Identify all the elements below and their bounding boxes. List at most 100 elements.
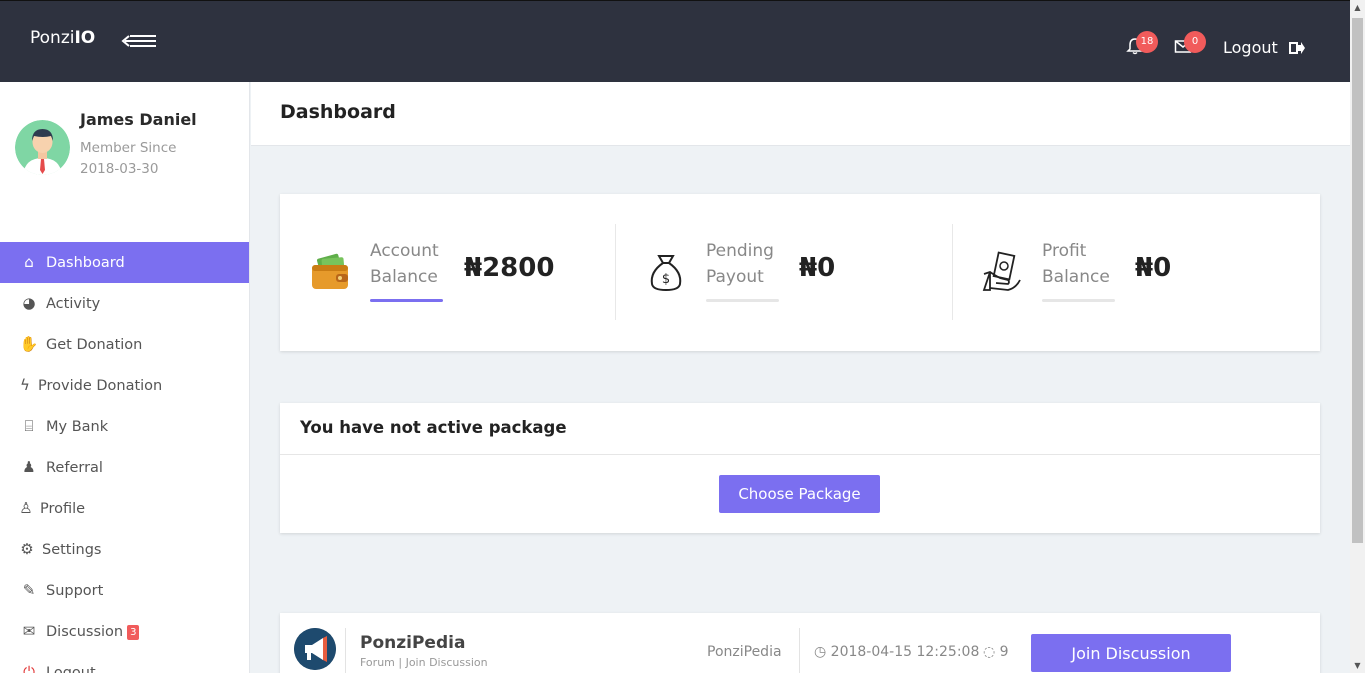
stat-value: ₦2800 — [464, 253, 555, 283]
logout-button[interactable]: Logout — [1223, 37, 1305, 57]
sidebar-item-label: Logout — [46, 665, 96, 673]
sidebar-item-profile[interactable]: ♙ Profile — [0, 488, 249, 529]
sidebar-item-provide-donation[interactable]: ϟ Provide Donation — [0, 365, 249, 406]
clock-icon: ◷ — [814, 644, 827, 660]
megaphone-icon — [294, 628, 336, 670]
balance-summary-card: Account Balance ₦2800 $ Pending Payout ₦… — [280, 194, 1320, 351]
stat-value: ₦0 — [799, 253, 836, 283]
sidebar-menu: ⌂ Dashboard ◕ Activity ✋ Get Donation ϟ Prov… — [0, 242, 249, 673]
forum-logo — [294, 628, 336, 670]
sidebar-item-label: Settings — [42, 542, 102, 558]
stat-progress-bar — [1042, 299, 1115, 302]
stat-progress-bar — [706, 299, 779, 302]
forum-comments-count: 9 — [999, 644, 1009, 660]
ticket-icon: ✎ — [22, 581, 36, 599]
sidebar: James Daniel Member Since 2018-03-30 ⌂ Da… — [0, 82, 250, 673]
bolt-icon: ϟ — [20, 376, 30, 394]
sidebar-item-discussion[interactable]: ✉ Discussion 3 — [0, 611, 249, 652]
sign-out-icon — [1288, 41, 1305, 54]
home-icon: ⌂ — [24, 253, 34, 271]
sidebar-item-label: Get Donation — [46, 337, 143, 353]
sidebar-item-label: My Bank — [46, 419, 109, 435]
comments-icon: ✉ — [22, 622, 36, 640]
handshake-icon: ✋ — [19, 335, 39, 353]
sidebar-item-referral[interactable]: ♟ Referral — [0, 447, 249, 488]
join-discussion-button[interactable]: Join Discussion — [1031, 634, 1231, 672]
logout-label: Logout — [1223, 38, 1278, 57]
money-bag-icon: $ — [650, 255, 682, 292]
sidebar-item-dashboard[interactable]: ⌂ Dashboard — [0, 242, 249, 283]
stat-label-line2: Balance — [1042, 267, 1110, 287]
scroll-thumb[interactable] — [1352, 18, 1363, 543]
stat-label-line2: Balance — [370, 267, 438, 287]
sidebar-item-support[interactable]: ✎ Support — [0, 570, 249, 611]
divider — [345, 628, 346, 673]
notifications-badge: 18 — [1136, 31, 1158, 53]
stat-profit-balance: Profit Balance ₦0 — [952, 224, 1288, 320]
sidebar-item-get-donation[interactable]: ✋ Get Donation — [0, 324, 249, 365]
page-scrollbar[interactable]: ▲ ▼ — [1350, 0, 1365, 673]
user-icon: ♙ — [19, 499, 33, 517]
users-icon: ♟ — [22, 458, 36, 476]
content-header: Dashboard — [251, 82, 1350, 146]
user-name: James Daniel — [80, 110, 197, 129]
sidebar-toggle-icon[interactable] — [120, 31, 160, 51]
brand-suffix: IO — [74, 28, 96, 48]
stat-label-line1: Pending — [706, 241, 774, 261]
forum-name[interactable]: PonziPedia — [360, 633, 465, 653]
sidebar-item-label: Dashboard — [46, 255, 125, 271]
member-since-date: 2018-03-30 — [80, 161, 159, 177]
user-avatar-icon — [15, 120, 70, 175]
stat-label-line1: Profit — [1042, 241, 1087, 261]
forum-category[interactable]: PonziPedia — [707, 644, 782, 660]
sidebar-item-settings[interactable]: ⚙ Settings — [0, 529, 249, 570]
svg-text:$: $ — [662, 272, 670, 287]
forum-comments: ◌ 9 — [983, 644, 1009, 660]
forum-date: ◷ 2018-04-15 12:25:08 — [814, 644, 979, 660]
gear-icon: ⚙ — [20, 540, 34, 558]
forum-date-value: 2018-04-15 12:25:08 — [830, 644, 980, 660]
brand-prefix: Ponzi — [30, 28, 75, 48]
sidebar-item-activity[interactable]: ◕ Activity — [0, 283, 249, 324]
choose-package-button[interactable]: Choose Package — [719, 475, 880, 513]
bank-icon: ⌸ — [24, 417, 34, 435]
package-heading: You have not active package — [280, 403, 1320, 455]
sidebar-item-label: Provide Donation — [38, 378, 163, 394]
sidebar-item-label: Activity — [46, 296, 101, 312]
stat-label: Pending Payout — [706, 238, 786, 290]
sidebar-item-label: Discussion — [46, 624, 124, 640]
forum-subtitle: Forum | Join Discussion — [360, 656, 488, 669]
page-title: Dashboard — [280, 101, 396, 123]
stat-label: Account Balance — [370, 238, 450, 290]
pie-chart-icon: ◕ — [22, 294, 36, 312]
forum-type: Forum — [360, 656, 395, 669]
scroll-up-arrow-icon[interactable]: ▲ — [1350, 0, 1365, 15]
forum-join-link[interactable]: Join Discussion — [406, 656, 488, 669]
messages-button[interactable]: 0 — [1174, 31, 1206, 57]
cash-hand-icon — [982, 251, 1021, 291]
wallet-icon — [312, 253, 348, 289]
stat-account-balance: Account Balance ₦2800 — [280, 224, 616, 320]
brand-logo[interactable]: PonziIO — [30, 28, 95, 48]
sidebar-item-label: Referral — [46, 460, 103, 476]
scroll-down-arrow-icon[interactable]: ▼ — [1350, 658, 1365, 673]
stat-label: Profit Balance — [1042, 238, 1122, 290]
forum-card: PonziPedia Forum | Join Discussion Ponzi… — [280, 613, 1320, 673]
stat-label-line1: Account — [370, 241, 439, 261]
stat-pending-payout: $ Pending Payout ₦0 — [616, 224, 952, 320]
stat-progress-bar — [370, 299, 443, 302]
sidebar-item-logout[interactable]: ⏻ Logout — [0, 652, 249, 673]
notifications-button[interactable]: 18 — [1126, 31, 1158, 57]
forum-sub-separator: | — [394, 656, 406, 669]
member-since-label: Member Since — [80, 140, 177, 156]
stat-value: ₦0 — [1135, 253, 1172, 283]
package-card: You have not active package Choose Packa… — [280, 403, 1320, 533]
stat-label-line2: Payout — [706, 267, 764, 287]
sidebar-item-label: Profile — [40, 501, 86, 517]
comment-icon: ◌ — [983, 644, 996, 660]
discussion-badge: 3 — [127, 624, 140, 640]
power-icon: ⏻ — [23, 663, 35, 673]
sidebar-item-my-bank[interactable]: ⌸ My Bank — [0, 406, 249, 447]
avatar[interactable] — [15, 120, 70, 175]
divider — [799, 628, 800, 673]
